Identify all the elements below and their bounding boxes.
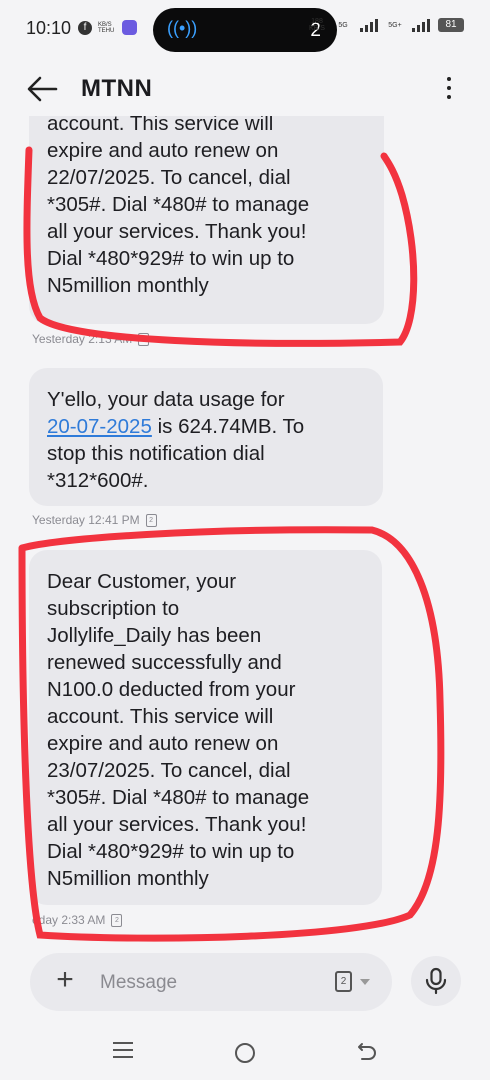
message-bubble-2[interactable]: Y'ello, your data usage for 20-07-2025 i… bbox=[29, 368, 383, 506]
message-timestamp: Yesterday 2:13 AM bbox=[32, 332, 133, 346]
app-notification-icon bbox=[122, 20, 137, 35]
plus-icon[interactable]: + bbox=[50, 965, 80, 995]
message-input[interactable] bbox=[98, 967, 302, 999]
sim-card-icon: 2 bbox=[335, 971, 352, 992]
status-bar: 10:10 f KB/S TEHU ((•)) 2 188 KB/S 5G 5G… bbox=[0, 0, 490, 62]
more-options-button[interactable] bbox=[442, 74, 456, 104]
broadcast-icon: ((•)) bbox=[167, 18, 198, 38]
network-speed: 188 KB/S bbox=[309, 18, 325, 32]
sim-icon: 2 bbox=[145, 513, 157, 527]
chevron-down-icon bbox=[360, 978, 370, 985]
compose-bar: + 2 bbox=[30, 953, 392, 1011]
battery-icon: 81 bbox=[438, 18, 464, 32]
home-button[interactable] bbox=[235, 1043, 255, 1063]
microphone-icon bbox=[425, 967, 447, 995]
message-text: Y'ello, your data usage for bbox=[47, 388, 285, 411]
sim-icon: 2 bbox=[138, 332, 150, 346]
message-timestamp: Yesterday 12:41 PM bbox=[32, 513, 140, 527]
recent-apps-button[interactable] bbox=[113, 1042, 133, 1060]
conversation-header: MTNN bbox=[0, 62, 490, 116]
microphone-button[interactable] bbox=[411, 956, 461, 1006]
status-right-icons: 188 KB/S 5G 5G+ 81 bbox=[308, 18, 464, 32]
message-thread[interactable]: account. This service will expire and au… bbox=[0, 116, 490, 946]
message-meta-1: Yesterday 2:13 AM 2 bbox=[32, 332, 150, 346]
more-vertical-icon bbox=[447, 77, 451, 81]
message-meta-2: Yesterday 12:41 PM 2 bbox=[32, 513, 157, 527]
status-left-icons: f KB/S TEHU bbox=[78, 20, 137, 35]
menu-icon bbox=[113, 1042, 133, 1044]
system-nav-bar bbox=[0, 1020, 490, 1080]
system-back-button[interactable] bbox=[356, 1040, 378, 1062]
network-type-1: 5G bbox=[338, 21, 348, 29]
signal-icon-1 bbox=[360, 18, 378, 32]
message-bubble-3[interactable]: Dear Customer, your subscription to Joll… bbox=[29, 550, 382, 905]
sim-selector[interactable]: 2 bbox=[335, 971, 370, 992]
message-meta-3: oday 2:33 AM 2 bbox=[32, 913, 123, 927]
page-title: MTNN bbox=[81, 75, 153, 102]
facebook-icon: f bbox=[78, 20, 92, 35]
back-button[interactable] bbox=[24, 72, 60, 106]
sim-icon: 2 bbox=[111, 913, 123, 927]
back-gesture-icon bbox=[358, 1043, 376, 1060]
message-timestamp: oday 2:33 AM bbox=[32, 913, 106, 927]
network-type-2: 5G+ bbox=[388, 21, 402, 29]
status-small-text: KB/S TEHU bbox=[98, 21, 115, 34]
signal-icon-2 bbox=[412, 18, 430, 32]
arrow-left-icon bbox=[27, 76, 58, 102]
status-time: 10:10 bbox=[26, 18, 72, 38]
date-link[interactable]: 20-07-2025 bbox=[47, 415, 152, 438]
message-bubble-1[interactable]: account. This service will expire and au… bbox=[29, 116, 384, 324]
